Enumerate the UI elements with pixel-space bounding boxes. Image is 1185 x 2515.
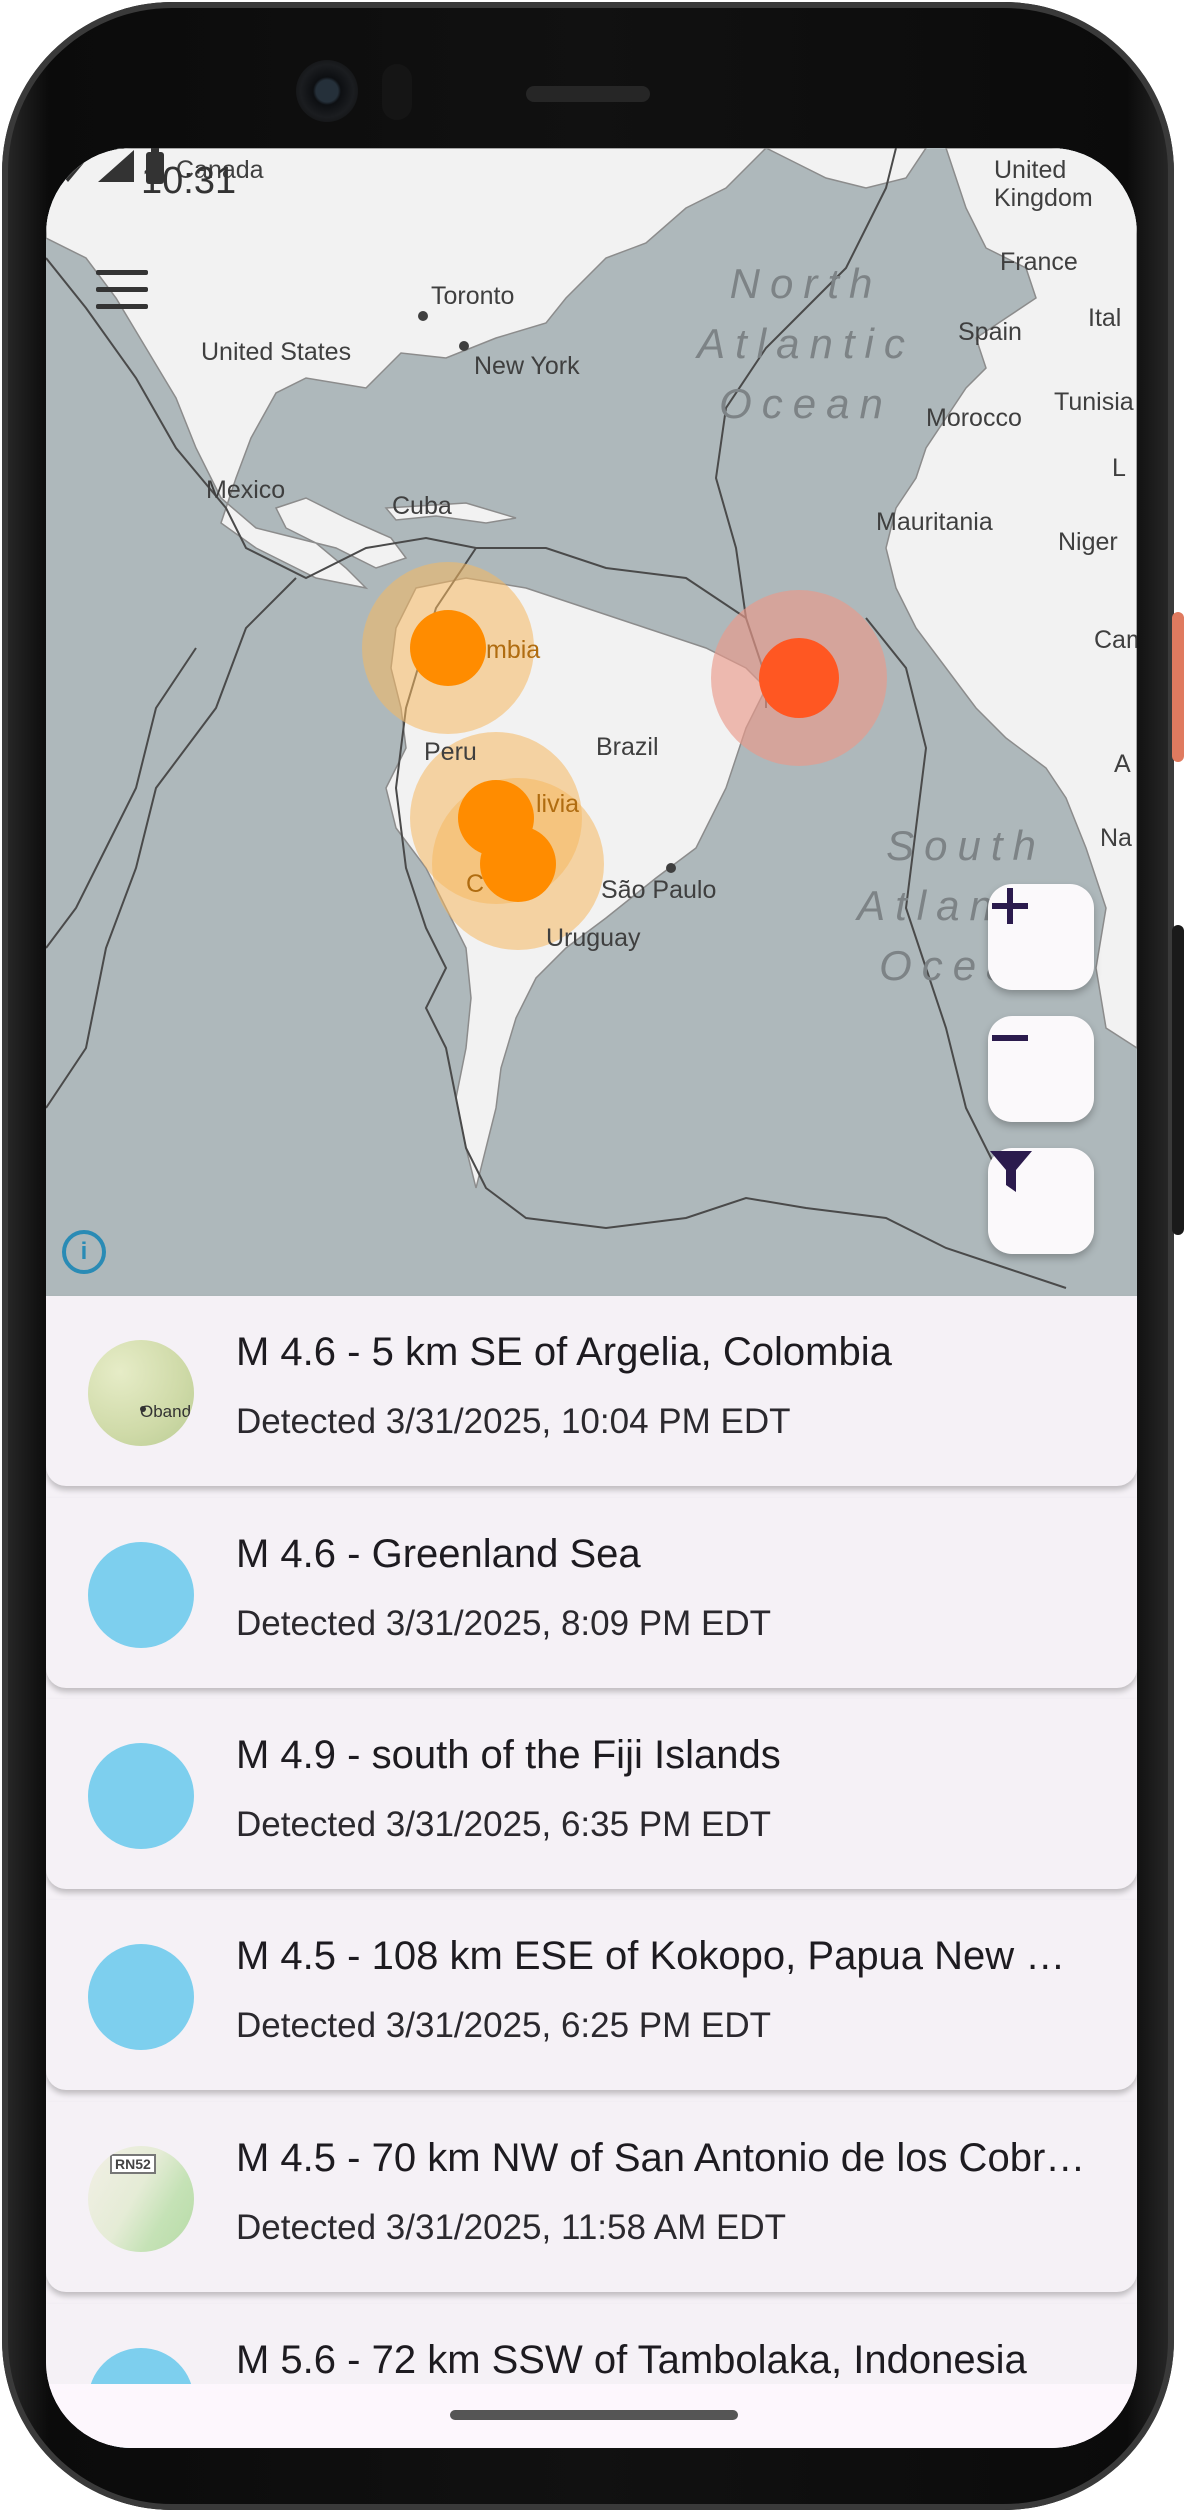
- label-brazil: Brazil: [596, 733, 659, 761]
- quake-title: M 4.5 - 70 km NW of San Antonio de los C…: [236, 2136, 1096, 2180]
- label-toronto: Toronto: [431, 282, 515, 310]
- label-niger: Niger: [1058, 528, 1118, 556]
- menu-icon[interactable]: [96, 270, 152, 314]
- quake-title: M 4.6 - 5 km SE of Argelia, Colombia: [236, 1330, 892, 1374]
- thumbnail-label: RN52: [110, 2154, 156, 2174]
- zoom-out-button[interactable]: [988, 1016, 1094, 1122]
- quake-title: M 4.6 - Greenland Sea: [236, 1532, 641, 1576]
- label-france: France: [1000, 248, 1078, 276]
- filter-icon: [990, 1151, 1032, 1192]
- label-cuba: Cuba: [392, 492, 452, 520]
- quake-marker-colombia[interactable]: [410, 610, 486, 686]
- location-thumbnail: RN52: [88, 2146, 194, 2252]
- label-north-atlantic: North Atlantic Ocean: [697, 260, 915, 427]
- label-peru: Peru: [424, 738, 477, 766]
- quake-detected-time: Detected 3/31/2025, 8:09 PM EDT: [236, 1604, 772, 1643]
- battery-cap: [151, 148, 159, 153]
- list-item[interactable]: RN52 M 4.5 - 70 km NW of San Antonio de …: [46, 2102, 1137, 2292]
- label-new-york: New York: [474, 352, 580, 380]
- thumbnail-label: Oband: [140, 1402, 192, 1421]
- label-tunisia: Tunisia: [1054, 388, 1134, 416]
- quake-detected-time: Detected 3/31/2025, 10:04 PM EDT: [236, 1402, 791, 1441]
- menu-icon-line: [96, 270, 148, 275]
- battery-icon: [146, 152, 164, 184]
- list-item[interactable]: M 4.6 - Greenland Sea Detected 3/31/2025…: [46, 1498, 1137, 1688]
- front-camera: [296, 60, 358, 122]
- list-item[interactable]: M 4.9 - south of the Fiji Islands Detect…: [46, 1699, 1137, 1889]
- power-button: [1172, 925, 1184, 1235]
- zoom-in-button[interactable]: [988, 884, 1094, 990]
- quake-detected-time: Detected 3/31/2025, 6:25 PM EDT: [236, 2006, 772, 2045]
- navigation-bar: [46, 2384, 1137, 2448]
- menu-icon-line: [96, 287, 148, 292]
- location-thumbnail: Oband: [88, 1340, 194, 1446]
- filter-button[interactable]: [988, 1148, 1094, 1254]
- label-mexico: Mexico: [206, 476, 286, 504]
- label-italy: Ital: [1088, 304, 1122, 332]
- status-icons: [48, 148, 164, 184]
- label-united-kingdom: United Kingdom: [994, 156, 1093, 212]
- quake-title: M 4.9 - south of the Fiji Islands: [236, 1733, 781, 1777]
- minus-icon: [992, 1035, 1028, 1041]
- label-colombia: mbia: [486, 636, 541, 664]
- screen: Canada Toronto United States New York Me…: [46, 148, 1137, 2448]
- proximity-sensor: [382, 64, 412, 120]
- quake-marker-atlantic[interactable]: [759, 638, 839, 718]
- quake-detected-time: Detected 3/31/2025, 11:58 AM EDT: [236, 2208, 786, 2247]
- city-dot-sao-paulo: [666, 863, 676, 873]
- label-cameroon: Camer: [1094, 626, 1137, 654]
- label-l: L: [1112, 454, 1126, 482]
- location-thumbnail: [88, 1944, 194, 2050]
- info-icon[interactable]: i: [62, 1230, 106, 1274]
- menu-icon-line: [96, 304, 148, 309]
- label-chile: C: [466, 870, 485, 898]
- label-uruguay: Uruguay: [546, 924, 641, 952]
- signal-icon: [98, 150, 134, 182]
- quake-detected-time: Detected 3/31/2025, 6:35 PM EDT: [236, 1805, 772, 1844]
- label-sao-paulo: São Paulo: [601, 876, 717, 904]
- location-thumbnail: [88, 1542, 194, 1648]
- label-a: A: [1114, 750, 1131, 778]
- label-mauritania: Mauritania: [876, 508, 993, 536]
- earpiece-speaker: [526, 86, 650, 102]
- plus-icon: [992, 888, 1028, 924]
- city-dot-new-york: [459, 341, 469, 351]
- location-thumbnail: [88, 1743, 194, 1849]
- label-united-states: United States: [201, 338, 352, 366]
- side-button-accent: [1172, 612, 1184, 762]
- earthquake-map[interactable]: Canada Toronto United States New York Me…: [46, 148, 1137, 1296]
- wifi-icon: [48, 150, 88, 182]
- label-bolivia: livia: [536, 790, 580, 818]
- home-gesture-handle[interactable]: [450, 2410, 738, 2420]
- quake-marker-argentina[interactable]: [480, 826, 556, 902]
- quake-title: M 5.6 - 72 km SSW of Tambolaka, Indonesi…: [236, 2338, 1027, 2382]
- city-dot-toronto: [418, 311, 428, 321]
- list-item[interactable]: Oband M 4.6 - 5 km SE of Argelia, Colomb…: [46, 1296, 1137, 1486]
- quake-title: M 4.5 - 108 km ESE of Kokopo, Papua New …: [236, 1934, 1096, 1978]
- list-item[interactable]: M 4.5 - 108 km ESE of Kokopo, Papua New …: [46, 1900, 1137, 2090]
